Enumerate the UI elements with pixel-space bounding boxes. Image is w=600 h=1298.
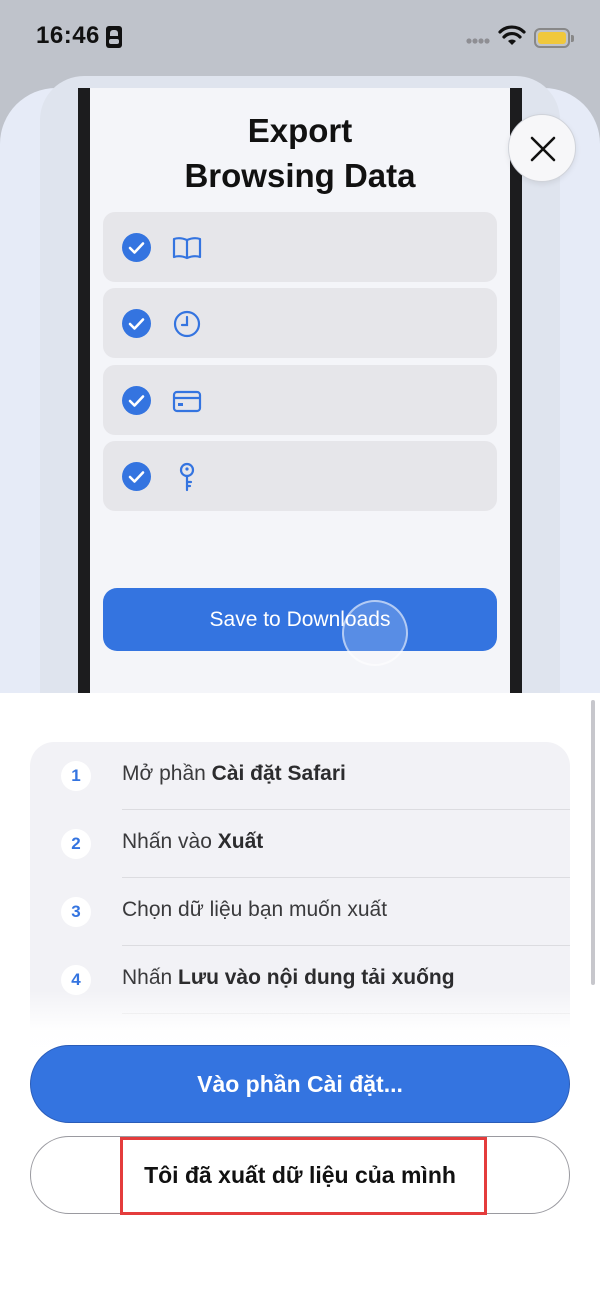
- credit-card-icon: [172, 390, 202, 413]
- close-button[interactable]: [508, 114, 576, 182]
- scrollbar[interactable]: [591, 700, 595, 985]
- checkmark-circle-icon: [122, 462, 151, 491]
- option-row-history: [103, 288, 497, 358]
- option-row-bookmarks: [103, 212, 497, 282]
- wifi-icon: [498, 25, 526, 45]
- option-row-cards: [103, 365, 497, 435]
- battery-icon: [534, 28, 574, 48]
- checkmark-circle-icon: [122, 233, 151, 262]
- tap-indicator: [342, 600, 408, 666]
- close-icon: [530, 136, 556, 162]
- step-number: 1: [61, 761, 91, 791]
- list-item: 2 Nhấn vào Xuất: [30, 810, 570, 878]
- cellular-signal-icon: [466, 38, 490, 44]
- phone-screen: Export Browsing Data Save to Downloads: [90, 88, 510, 693]
- status-time: 16:46: [36, 22, 100, 49]
- clock-icon: [173, 310, 201, 338]
- checkmark-circle-icon: [122, 309, 151, 338]
- export-title-line1: Export: [247, 112, 353, 149]
- book-icon: [172, 237, 202, 260]
- step-text: Mở phần Cài đặt Safari: [122, 762, 346, 785]
- step-text: Nhấn Lưu vào nội dung tải xuống: [122, 966, 455, 989]
- status-bar: 16:46: [0, 0, 600, 76]
- save-to-downloads-button: Save to Downloads: [103, 588, 497, 651]
- go-to-settings-button[interactable]: Vào phần Cài đặt...: [30, 1045, 570, 1123]
- export-title: Export Browsing Data: [90, 108, 510, 198]
- step-text: Nhấn vào Xuất: [122, 830, 264, 853]
- list-item: 3 Chọn dữ liệu bạn muốn xuất: [30, 878, 570, 946]
- highlight-box: [120, 1137, 487, 1215]
- list-item: 1 Mở phần Cài đặt Safari: [30, 742, 570, 810]
- step-number: 3: [61, 897, 91, 927]
- key-icon: [179, 462, 195, 492]
- step-number: 2: [61, 829, 91, 859]
- export-illustration: Export Browsing Data Save to Downloads: [0, 76, 600, 693]
- option-row-passwords: [103, 441, 497, 511]
- contact-card-icon: [106, 26, 122, 48]
- checkmark-circle-icon: [122, 386, 151, 415]
- export-title-line2: Browsing Data: [184, 157, 416, 194]
- step-text: Chọn dữ liệu bạn muốn xuất: [122, 898, 388, 921]
